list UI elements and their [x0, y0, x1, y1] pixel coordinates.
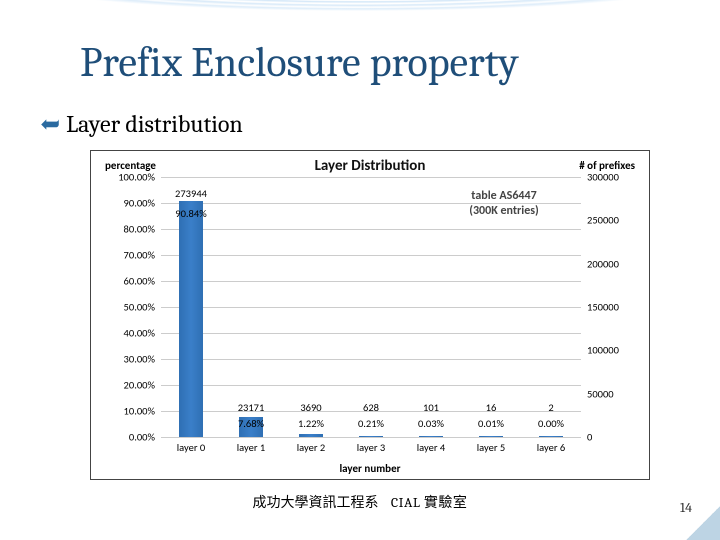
- ytick-left: 50.00%: [101, 301, 155, 314]
- ytick-right: 200000: [587, 257, 637, 270]
- bar-column: [401, 177, 461, 437]
- x-axis-label: layer number: [91, 462, 649, 475]
- footer-right: CIAL 實驗室: [391, 494, 468, 511]
- bar: [479, 436, 503, 437]
- bar-column: [521, 177, 581, 437]
- bar-count-label: 273944: [161, 187, 221, 200]
- xtick: layer 0: [161, 441, 221, 454]
- footer-text: 成功大學資訊工程系 CIAL 實驗室: [0, 492, 720, 512]
- bar-count-label: 23171: [221, 401, 281, 414]
- bar-column: [461, 177, 521, 437]
- footer-left: 成功大學資訊工程系: [253, 494, 379, 511]
- xtick: layer 6: [521, 441, 581, 454]
- chart-title: Layer Distribution: [91, 157, 649, 175]
- xtick: layer 3: [341, 441, 401, 454]
- bar-column: [341, 177, 401, 437]
- ytick-right: 50000: [587, 387, 637, 400]
- ytick-left: 60.00%: [101, 275, 155, 288]
- ytick-left: 10.00%: [101, 405, 155, 418]
- bar-count-label: 3690: [281, 401, 341, 414]
- bar: [359, 436, 383, 437]
- ytick-right: 250000: [587, 214, 637, 227]
- ytick-left: 90.00%: [101, 197, 155, 210]
- decorative-wave: [0, 0, 720, 40]
- bar-pct-label: 1.22%: [281, 417, 341, 430]
- ytick-left: 40.00%: [101, 327, 155, 340]
- ytick-right: 300000: [587, 171, 637, 184]
- bar: [179, 201, 203, 437]
- xtick: layer 5: [461, 441, 521, 454]
- ytick-left: 70.00%: [101, 249, 155, 262]
- bar-count-label: 628: [341, 401, 401, 414]
- bar-pct-label: 0.21%: [341, 417, 401, 430]
- ytick-left: 20.00%: [101, 379, 155, 392]
- bar-count-label: 16: [461, 401, 521, 414]
- bar-pct-label: 0.03%: [401, 417, 461, 430]
- bar-pct-label: 0.01%: [461, 417, 521, 430]
- ytick-right: 100000: [587, 344, 637, 357]
- bar: [419, 436, 443, 437]
- slide-title: Prefix Enclosure property: [80, 38, 519, 87]
- ytick-left: 100.00%: [101, 171, 155, 184]
- bar: [539, 436, 563, 437]
- xtick: layer 4: [401, 441, 461, 454]
- page-curl-icon: [686, 506, 720, 540]
- bar-column: [281, 177, 341, 437]
- plot-area: 0.00%10.00%20.00%30.00%40.00%50.00%60.00…: [161, 177, 581, 437]
- bar-column: [221, 177, 281, 437]
- bar-pct-label: 7.68%: [221, 417, 281, 430]
- bar-count-label: 2: [521, 401, 581, 414]
- chart-container: Layer Distribution percentage # of prefi…: [90, 150, 650, 480]
- slide-subtitle: Layer distribution: [40, 110, 243, 138]
- gridline: [161, 437, 581, 438]
- ytick-left: 80.00%: [101, 223, 155, 236]
- ytick-left: 30.00%: [101, 353, 155, 366]
- bar-count-label: 101: [401, 401, 461, 414]
- ytick-right: 150000: [587, 301, 637, 314]
- bar-pct-label: 0.00%: [521, 417, 581, 430]
- ytick-right: 0: [587, 431, 637, 444]
- xtick: layer 2: [281, 441, 341, 454]
- xtick: layer 1: [221, 441, 281, 454]
- ytick-left: 0.00%: [101, 431, 155, 444]
- bar-pct-label: 90.84%: [161, 207, 221, 220]
- bar: [299, 434, 323, 437]
